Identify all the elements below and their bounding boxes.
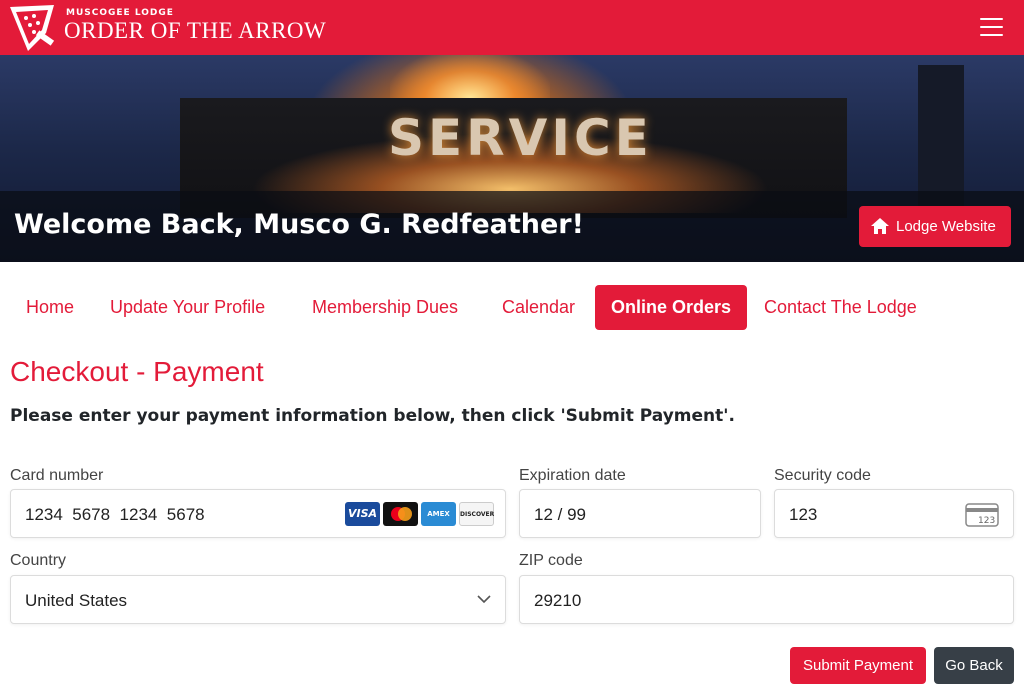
discover-icon: DISCOVER [459,502,494,526]
card-brand-logos: VISA AMEX DISCOVER [345,502,495,526]
nav-contact-lodge[interactable]: Contact The Lodge [749,285,932,330]
hamburger-menu-icon[interactable] [976,14,1008,40]
lodge-name: MUSCOGEE LODGE [66,8,174,18]
security-code-value: 123 [789,505,818,524]
zip-label: ZIP code [519,552,583,569]
chevron-down-icon [477,595,491,604]
country-select[interactable]: United States [10,575,506,624]
nav-membership-dues[interactable]: Membership Dues [297,285,473,330]
zip-value: 29210 [534,591,582,610]
nav-home[interactable]: Home [11,285,89,330]
country-label: Country [10,552,67,569]
hero-banner: SERVICE Welcome Back, Musco G. Redfeathe… [0,55,1024,262]
security-code-field[interactable]: 123 123 [774,489,1014,538]
home-icon [871,218,889,234]
card-number-label: Card number [10,467,104,484]
submit-payment-button[interactable]: Submit Payment [790,647,926,684]
expiration-label: Expiration date [519,467,626,484]
amex-icon: AMEX [421,502,456,526]
nav-calendar[interactable]: Calendar [487,285,590,330]
go-back-button[interactable]: Go Back [934,647,1014,684]
country-value: United States [25,591,128,610]
welcome-message: Welcome Back, Musco G. Redfeather! [14,209,584,240]
cvc-icon-text: 123 [978,516,995,526]
instructions-text: Please enter your payment information be… [10,406,735,426]
mastercard-icon [383,502,418,526]
nav-online-orders[interactable]: Online Orders [595,285,747,330]
card-number-value: 1234 5678 1234 5678 [25,505,205,524]
top-navbar: MUSCOGEE LODGE ORDER OF THE ARROW [0,0,1024,55]
page-title: Checkout - Payment [10,356,264,387]
main-nav: Home Update Your Profile Membership Dues… [0,285,1024,330]
expiration-value: 12 / 99 [534,505,586,524]
lodge-website-label: Lodge Website [896,218,996,235]
visa-icon: VISA [345,502,380,526]
zip-field[interactable]: 29210 [519,575,1014,624]
card-number-field[interactable]: 1234 5678 1234 5678 VISA AMEX DISCOVER [10,489,506,538]
lodge-website-button[interactable]: Lodge Website [859,206,1011,247]
cvc-card-icon: 123 [965,503,999,527]
security-code-label: Security code [774,467,871,484]
expiration-field[interactable]: 12 / 99 [519,489,761,538]
nav-update-profile[interactable]: Update Your Profile [95,285,280,330]
org-name: ORDER OF THE ARROW [64,18,327,43]
sign-text: SERVICE [388,109,653,167]
arrowhead-logo-icon[interactable] [6,3,58,53]
